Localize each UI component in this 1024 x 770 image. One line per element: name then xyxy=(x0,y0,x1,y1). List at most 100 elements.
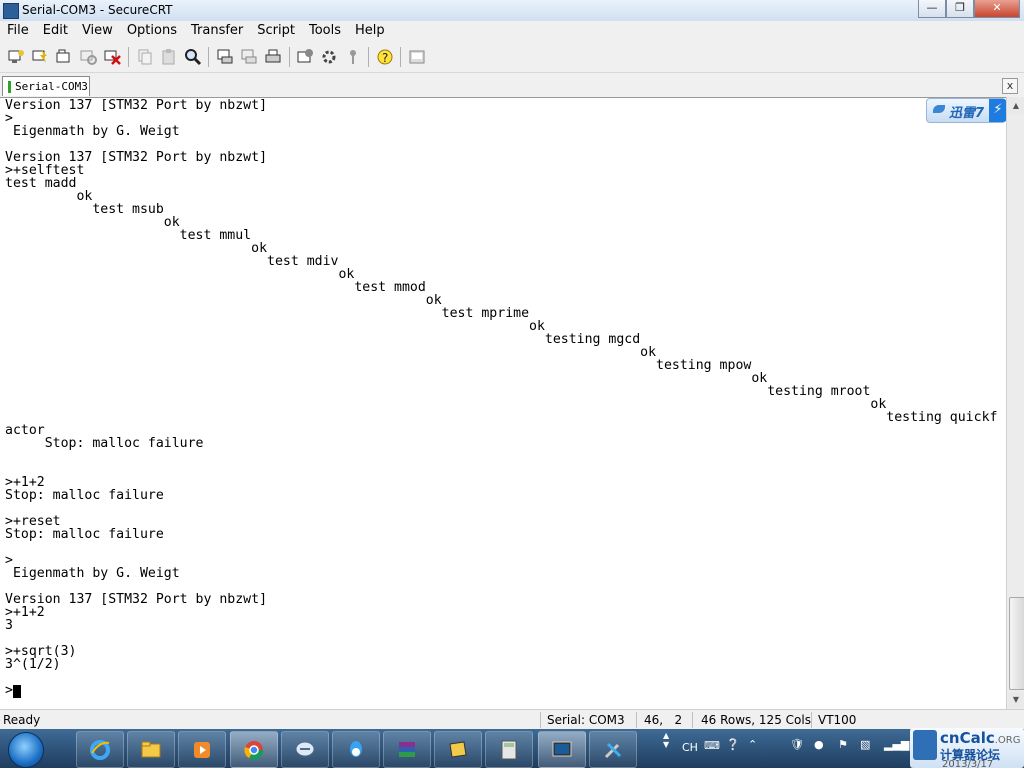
tray-expand-icon[interactable]: ⌃ xyxy=(748,738,757,751)
scroll-thumb[interactable] xyxy=(1009,597,1024,690)
window-controls: — ❐ ✕ xyxy=(918,0,1020,18)
internet-explorer-icon xyxy=(90,740,110,760)
taskbar-calculator[interactable] xyxy=(485,731,533,768)
paste-icon[interactable] xyxy=(160,48,178,66)
maximize-button[interactable]: ❐ xyxy=(946,0,974,18)
minimize-button[interactable]: — xyxy=(918,0,946,18)
tab-serial-com3[interactable]: Serial-COM3 xyxy=(2,76,90,96)
menu-edit[interactable]: Edit xyxy=(36,21,75,42)
quick-connect-icon[interactable] xyxy=(31,48,49,66)
scroll-down-button[interactable]: ▼ xyxy=(1008,692,1024,708)
sftp-icon[interactable] xyxy=(408,48,426,66)
menu-help[interactable]: Help xyxy=(348,21,392,42)
scroll-up-button[interactable]: ▲ xyxy=(1008,98,1024,114)
keymap-icon[interactable] xyxy=(344,48,362,66)
reconnect-icon[interactable] xyxy=(79,48,97,66)
vertical-scrollbar[interactable]: ▲ ▼ xyxy=(1006,97,1024,709)
keyboard-icon[interactable]: ⌨ xyxy=(704,739,720,752)
network-icon[interactable]: ▂▄▆ xyxy=(884,738,909,751)
print-icon[interactable] xyxy=(264,48,282,66)
session-options-icon[interactable] xyxy=(296,48,314,66)
global-options-icon[interactable] xyxy=(320,48,338,66)
media-player-icon xyxy=(194,742,210,758)
calculator-icon xyxy=(501,740,517,760)
taskbar-scroll-arrows[interactable]: ▲ ▼ xyxy=(663,731,669,749)
toolbar-separator xyxy=(208,47,209,67)
terminal-line: testing quickf xyxy=(5,410,998,425)
terminal-line: Stop: malloc failure xyxy=(5,527,164,542)
input-language[interactable]: CH xyxy=(682,741,698,754)
close-button[interactable]: ✕ xyxy=(974,0,1020,18)
help-icon[interactable]: ? xyxy=(376,48,394,66)
menu-view[interactable]: View xyxy=(75,21,120,42)
taskbar-qq[interactable] xyxy=(332,731,380,768)
taskbar-internet-explorer[interactable] xyxy=(76,731,124,768)
taskbar-file-explorer[interactable] xyxy=(127,731,175,768)
svg-text:?: ? xyxy=(382,51,388,65)
clock-date: 2013/3/17 xyxy=(942,759,994,770)
chrome-icon xyxy=(244,741,264,760)
windows-logo-icon xyxy=(8,732,44,768)
menu-file[interactable]: File xyxy=(0,21,36,42)
start-button[interactable] xyxy=(2,729,48,768)
toolbar-separator xyxy=(368,47,369,67)
terminal-line: Eigenmath by G. Weigt xyxy=(5,124,180,139)
disconnect-icon[interactable] xyxy=(103,48,121,66)
cncalc-watermark: cnCalc.ORG 计算器论坛 2013/3/17 xyxy=(910,728,1024,770)
tab-close-button[interactable]: x xyxy=(1002,78,1018,94)
watermark-suffix: .ORG xyxy=(994,735,1021,746)
securecrt-app-icon[interactable] xyxy=(3,3,19,19)
connect-in-tab-icon[interactable] xyxy=(55,48,73,66)
taskbar-winrar[interactable] xyxy=(383,731,431,768)
status-ready: Ready xyxy=(3,713,41,727)
status-cursor-position: 46, 2 xyxy=(644,713,683,727)
watermark-name: cnCalc.ORG xyxy=(940,729,1020,747)
session-tab-bar: Serial-COM3 x xyxy=(0,73,1024,97)
toolbar-separator xyxy=(289,47,290,67)
taskbar-securecrt[interactable] xyxy=(538,731,586,768)
toolbar-separator xyxy=(128,47,129,67)
status-divider xyxy=(692,712,693,728)
terminal-output[interactable]: Version 137 [STM32 Port by nbzwt] > Eigen… xyxy=(0,97,1006,710)
terminal-line: Version 137 [STM32 Port by nbzwt] xyxy=(5,98,268,113)
qq-tray-icon[interactable]: ● xyxy=(814,738,824,751)
print-setup-icon[interactable] xyxy=(216,48,234,66)
taskbar-media-player[interactable] xyxy=(178,731,226,768)
status-divider xyxy=(540,712,541,728)
log-session-icon[interactable] xyxy=(240,48,258,66)
copy-icon[interactable] xyxy=(136,48,154,66)
xunlei-bird-icon xyxy=(933,105,945,113)
tab-label: Serial-COM3 xyxy=(15,80,88,93)
menu-transfer[interactable]: Transfer xyxy=(184,21,250,42)
menu-options[interactable]: Options xyxy=(120,21,184,42)
status-emulation: VT100 xyxy=(818,713,857,727)
menu-bar: File Edit View Options Transfer Script T… xyxy=(0,21,1024,42)
title-bar: Serial-COM3 - SecureCRT — ❐ ✕ xyxy=(0,0,1024,22)
xunlei-float-widget[interactable]: 迅雷7 ⚡ xyxy=(926,98,1006,123)
device-icon[interactable]: ▧ xyxy=(860,738,870,751)
flag-icon[interactable]: ⚑ xyxy=(838,738,848,751)
taskbar-book-app[interactable] xyxy=(434,731,482,768)
menu-tools[interactable]: Tools xyxy=(302,21,348,42)
qq-icon xyxy=(350,741,362,757)
terminal-line: Eigenmath by G. Weigt xyxy=(5,566,180,581)
connect-icon[interactable] xyxy=(7,48,25,66)
shield-icon[interactable]: 🛡 xyxy=(790,738,804,751)
taskbar-tools-app[interactable] xyxy=(589,731,637,768)
status-terminal-size: 46 Rows, 125 Cols xyxy=(701,713,811,727)
menu-script[interactable]: Script xyxy=(250,21,302,42)
find-icon[interactable] xyxy=(184,48,202,66)
terminal-line: Stop: malloc failure xyxy=(5,436,204,451)
help-tray-icon[interactable]: ❔ xyxy=(726,738,740,751)
terminal-line: Stop: malloc failure xyxy=(5,488,164,503)
terminal-line: > xyxy=(5,683,13,698)
taskbar-messenger[interactable] xyxy=(281,731,329,768)
terminal-line: 3^(1/2) xyxy=(5,657,61,672)
book-icon xyxy=(449,741,467,758)
watermark-name-text: cnCalc xyxy=(940,729,995,747)
xunlei-label: 迅雷7 xyxy=(949,106,985,121)
tools-icon xyxy=(604,742,622,759)
status-divider xyxy=(636,712,637,728)
taskbar-chrome[interactable] xyxy=(230,731,278,768)
winrar-icon xyxy=(399,742,415,757)
